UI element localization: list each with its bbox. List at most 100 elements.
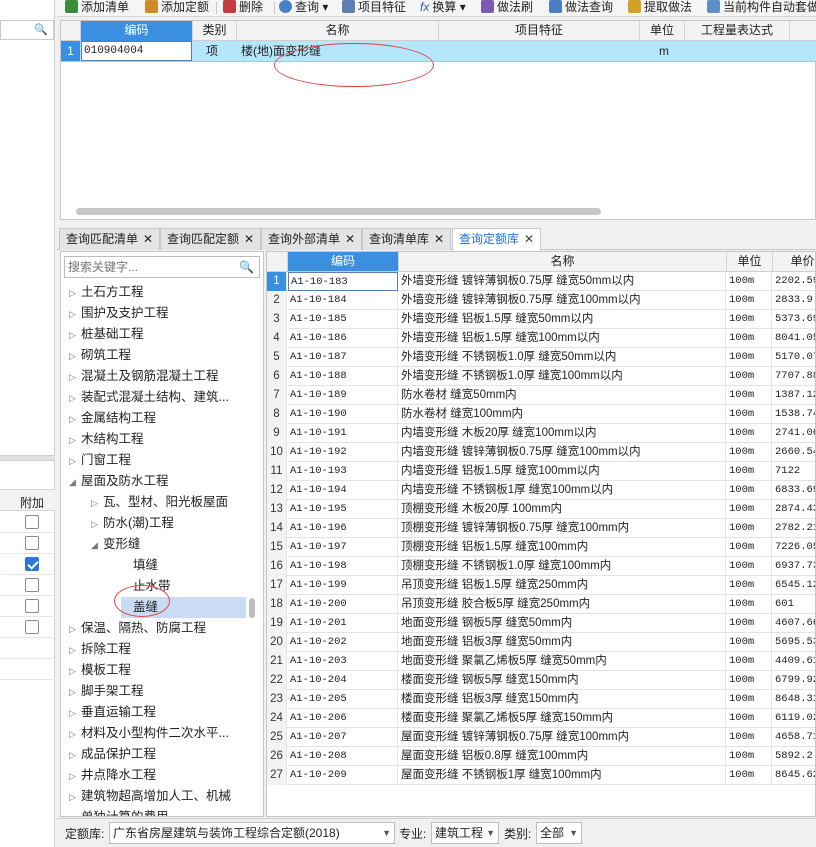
- table-row[interactable]: 3 A1-10-185 外墙变形缝 铝板1.5厚 缝宽50mm以内 100m 5373.…: [267, 310, 815, 329]
- name-cell[interactable]: 内墙变形缝 铝板1.5厚 缝宽100mm以内: [399, 462, 726, 481]
- price-cell[interactable]: 7122: [773, 462, 815, 481]
- unit-cell[interactable]: 100m: [727, 557, 772, 576]
- table-row[interactable]: 11 A1-10-193 内墙变形缝 铝板1.5厚 缝宽100mm以内 100m 712…: [267, 462, 815, 481]
- name-cell[interactable]: 屋面变形缝 铝板0.8厚 缝宽100mm内: [399, 747, 726, 766]
- unit-cell[interactable]: 100m: [727, 614, 772, 633]
- tree-node[interactable]: 单独计算的费用: [69, 807, 169, 816]
- collapsed-arrow-icon[interactable]: ▷: [91, 493, 103, 514]
- price-cell[interactable]: 5695.53: [773, 633, 815, 652]
- table-row[interactable]: 25 A1-10-207 屋面变形缝 镀锌薄钢板0.75厚 缝宽100mm内 100m…: [267, 728, 815, 747]
- name-cell[interactable]: 外墙变形缝 不锈钢板1.0厚 缝宽100mm以内: [399, 367, 726, 386]
- price-cell[interactable]: 5170.07: [773, 348, 815, 367]
- unit-cell[interactable]: 100m: [727, 367, 772, 386]
- code-cell[interactable]: A1-10-190: [288, 405, 398, 424]
- table-row[interactable]: 8 A1-10-190 防水卷材 缝宽100mm内 100m 1538.74: [267, 405, 815, 424]
- code-cell[interactable]: A1-10-199: [288, 576, 398, 595]
- close-icon[interactable]: ✕: [143, 232, 153, 246]
- price-cell[interactable]: 4607.66: [773, 614, 815, 633]
- price-cell[interactable]: 2202.59: [773, 272, 815, 291]
- table-row[interactable]: 15 A1-10-197 顶棚变形缝 铝板1.5厚 缝宽100mm内 100m 7226…: [267, 538, 815, 557]
- tree-node[interactable]: ▷ 井点降水工程: [69, 765, 156, 786]
- tree-node[interactable]: ▷ 材料及小型构件二次水平...: [69, 723, 229, 744]
- tree-node[interactable]: ▷ 装配式混凝土结构、建筑...: [69, 387, 229, 408]
- col-type[interactable]: 类别: [193, 21, 237, 41]
- unit-cell[interactable]: 100m: [727, 728, 772, 747]
- add-quota-button[interactable]: 添加定额: [145, 0, 209, 16]
- extract-method-button[interactable]: 提取做法: [628, 0, 692, 16]
- collapsed-arrow-icon[interactable]: ▷: [69, 619, 81, 640]
- name-cell[interactable]: 内墙变形缝 木板20厚 缝宽100mm以内: [399, 424, 726, 443]
- unit-cell[interactable]: 100m: [727, 538, 772, 557]
- table-row[interactable]: 22 A1-10-204 楼面变形缝 钢板5厚 缝宽150mm内 100m 6799.9…: [267, 671, 815, 690]
- quota-library-select[interactable]: 广东省房屋建筑与装饰工程综合定额(2018) ▼: [109, 822, 395, 844]
- name-cell[interactable]: 屋面变形缝 不锈钢板1厚 缝宽100mm内: [399, 766, 726, 785]
- tab-quota-library[interactable]: 查询定额库 ✕: [452, 228, 542, 251]
- col-unit[interactable]: 单位: [727, 252, 773, 272]
- price-cell[interactable]: 2741.06: [773, 424, 815, 443]
- unit-cell[interactable]: 100m: [727, 690, 772, 709]
- col-expression[interactable]: 工程量表达式: [685, 21, 790, 41]
- close-icon[interactable]: ✕: [345, 232, 355, 246]
- tab-match-list[interactable]: 查询匹配清单 ✕: [59, 228, 161, 250]
- delete-button[interactable]: 删除: [223, 0, 263, 16]
- unit-cell[interactable]: 100m: [727, 633, 772, 652]
- code-cell[interactable]: A1-10-187: [288, 348, 398, 367]
- collapsed-arrow-icon[interactable]: ▷: [69, 745, 81, 766]
- attach-checkbox[interactable]: [25, 620, 39, 634]
- table-row[interactable]: 19 A1-10-201 地面变形缝 钢板5厚 缝宽50mm内 100m 4607.66: [267, 614, 815, 633]
- name-cell[interactable]: 外墙变形缝 镀锌薄钢板0.75厚 缝宽100mm以内: [399, 291, 726, 310]
- col-code[interactable]: 编码: [81, 21, 193, 41]
- tree-node[interactable]: ▷ 模板工程: [69, 660, 131, 681]
- unit-cell[interactable]: 100m: [727, 747, 772, 766]
- tree-node[interactable]: ◢ 变形缝: [91, 534, 141, 555]
- name-cell[interactable]: 内墙变形缝 不锈钢板1厚 缝宽100mm以内: [399, 481, 726, 500]
- table-row[interactable]: 23 A1-10-205 楼面变形缝 铝板3厚 缝宽150mm内 100m 8648.3…: [267, 690, 815, 709]
- tree-node[interactable]: ▷ 围护及支护工程: [69, 303, 169, 324]
- price-cell[interactable]: 7226.05: [773, 538, 815, 557]
- code-cell[interactable]: A1-10-188: [288, 367, 398, 386]
- tree-node[interactable]: ▷ 金属结构工程: [69, 408, 156, 429]
- unit-cell[interactable]: 100m: [727, 652, 772, 671]
- unit-cell[interactable]: 100m: [727, 310, 772, 329]
- table-row[interactable]: 26 A1-10-208 屋面变形缝 铝板0.8厚 缝宽100mm内 100m 5892…: [267, 747, 815, 766]
- tree-node[interactable]: ▷ 成品保护工程: [69, 744, 156, 765]
- list-row[interactable]: 1 010904004 项 楼(地)面变形缝 m: [61, 41, 816, 62]
- price-cell[interactable]: 601: [773, 595, 815, 614]
- tree-node[interactable]: ▷ 防水(潮)工程: [91, 513, 174, 534]
- table-row[interactable]: 18 A1-10-200 吊顶变形缝 胶合板5厚 缝宽250mm内 100m 601: [267, 595, 815, 614]
- unit-cell[interactable]: 100m: [727, 671, 772, 690]
- tree-node[interactable]: ◢ 屋面及防水工程: [69, 471, 169, 492]
- name-cell[interactable]: 地面变形缝 聚氯乙烯板5厚 缝宽50mm内: [399, 652, 726, 671]
- name-cell[interactable]: 防水卷材 缝宽50mm内: [399, 386, 726, 405]
- unit-cell[interactable]: 100m: [727, 709, 772, 728]
- name-cell[interactable]: 外墙变形缝 铝板1.5厚 缝宽50mm以内: [399, 310, 726, 329]
- table-row[interactable]: 17 A1-10-199 吊顶变形缝 铝板1.5厚 缝宽250mm内 100m 6545…: [267, 576, 815, 595]
- collapsed-arrow-icon[interactable]: ▷: [69, 451, 81, 472]
- unit-cell[interactable]: 100m: [727, 500, 772, 519]
- collapsed-arrow-icon[interactable]: ▷: [91, 514, 103, 535]
- table-row[interactable]: 1 A1-10-183 外墙变形缝 镀锌薄钢板0.75厚 缝宽50mm以内 100m 2…: [267, 272, 815, 291]
- price-cell[interactable]: 6545.12: [773, 576, 815, 595]
- unit-cell[interactable]: 100m: [727, 291, 772, 310]
- table-row[interactable]: 21 A1-10-203 地面变形缝 聚氯乙烯板5厚 缝宽50mm内 100m 4409…: [267, 652, 815, 671]
- tree-node[interactable]: ▷ 门窗工程: [69, 450, 131, 471]
- price-cell[interactable]: 2874.43: [773, 500, 815, 519]
- col-name[interactable]: 名称: [399, 252, 727, 272]
- code-cell[interactable]: A1-10-205: [288, 690, 398, 709]
- code-cell[interactable]: A1-10-208: [288, 747, 398, 766]
- tree-node[interactable]: ▷ 垂直运输工程: [69, 702, 156, 723]
- tree-node[interactable]: ▷ 建筑物超高增加人工、机械: [69, 786, 231, 807]
- horizontal-scrollbar[interactable]: [76, 208, 601, 215]
- table-row[interactable]: 4 A1-10-186 外墙变形缝 铝板1.5厚 缝宽100mm以内 100m 8041…: [267, 329, 815, 348]
- name-cell[interactable]: 楼面变形缝 聚氯乙烯板5厚 缝宽150mm内: [399, 709, 726, 728]
- collapsed-arrow-icon[interactable]: ▷: [69, 661, 81, 682]
- price-cell[interactable]: 4658.71: [773, 728, 815, 747]
- price-cell[interactable]: 8648.31: [773, 690, 815, 709]
- code-cell[interactable]: A1-10-192: [288, 443, 398, 462]
- code-cell[interactable]: A1-10-194: [288, 481, 398, 500]
- collapsed-arrow-icon[interactable]: ▷: [69, 409, 81, 430]
- code-cell[interactable]: A1-10-197: [288, 538, 398, 557]
- tree-node[interactable]: ▷ 混凝土及钢筋混凝土工程: [69, 366, 219, 387]
- price-cell[interactable]: 1538.74: [773, 405, 815, 424]
- name-cell[interactable]: 顶棚变形缝 不锈钢板1.0厚 缝宽100mm内: [399, 557, 726, 576]
